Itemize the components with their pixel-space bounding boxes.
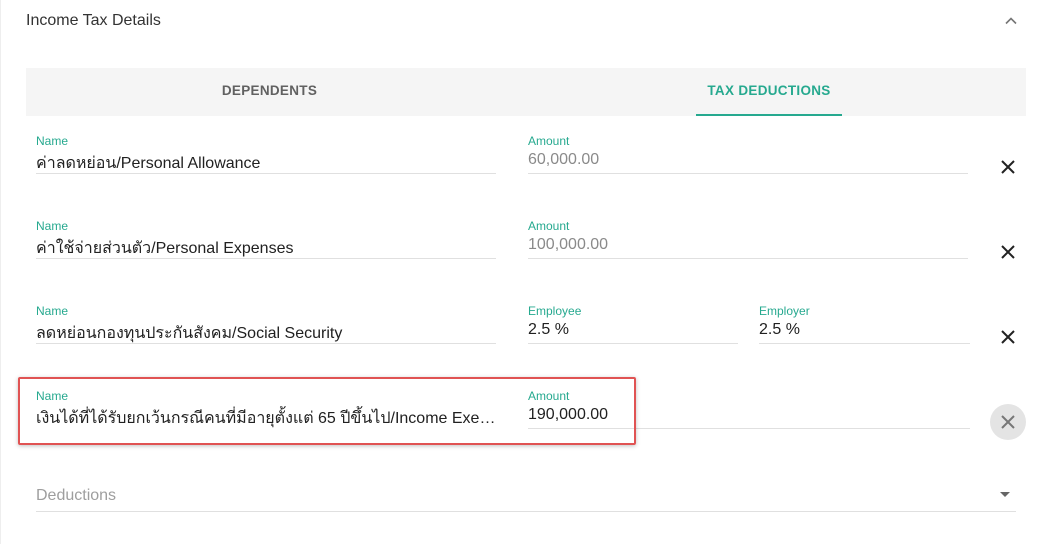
amount-value: 100,000.00 [528,236,609,253]
field-underline [528,428,970,429]
tab-dependents[interactable]: DEPENDENTS [26,68,513,116]
name-label: Name [36,304,69,318]
panel-edge [0,0,1,544]
dropdown-arrow-icon [1000,492,1010,497]
tab-tax-deductions[interactable]: TAX DEDUCTIONS [696,68,842,116]
close-icon [1001,160,1015,174]
employee-value: 2.5 % [528,321,569,338]
field-underline [528,173,968,174]
employer-value: 2.5 % [759,321,800,338]
employer-label: Employer [759,304,810,318]
income-tax-panel: Income Tax Details DEPENDENTS TAX DEDUCT… [0,0,1049,544]
close-icon [1001,415,1015,429]
chevron-up-icon[interactable] [1004,14,1024,34]
amount-value: 190,000.00 [528,406,609,423]
tab-bar: DEPENDENTS TAX DEDUCTIONS [26,68,1026,116]
name-label: Name [36,134,69,148]
tab-tax-deductions-label: TAX DEDUCTIONS [707,83,831,98]
close-icon [1001,245,1015,259]
deductions-placeholder: Deductions [36,487,117,504]
amount-label: Amount [528,389,570,403]
amount-label: Amount [528,219,570,233]
deductions-select[interactable]: Deductions [36,484,1016,512]
field-underline [36,173,496,174]
close-icon [1001,330,1015,344]
field-underline [759,343,970,344]
name-label: Name [36,219,69,233]
amount-value: 60,000.00 [528,151,600,168]
panel-title: Income Tax Details [26,12,161,29]
row-3-delete-button[interactable] [990,319,1026,355]
amount-label: Amount [528,134,570,148]
field-underline [36,258,496,259]
name-label: Name [36,389,69,403]
row-1-delete-button[interactable] [990,149,1026,185]
active-tab-indicator [696,114,842,116]
employee-label: Employee [528,304,582,318]
field-underline [528,258,968,259]
name-value: เงินได้ที่ได้รับยกเว้นกรณีคนที่มีอายุตั้… [36,410,498,427]
field-underline [36,343,496,344]
row-4-delete-button[interactable] [990,404,1026,440]
row-2-delete-button[interactable] [990,234,1026,270]
field-underline [528,343,738,344]
